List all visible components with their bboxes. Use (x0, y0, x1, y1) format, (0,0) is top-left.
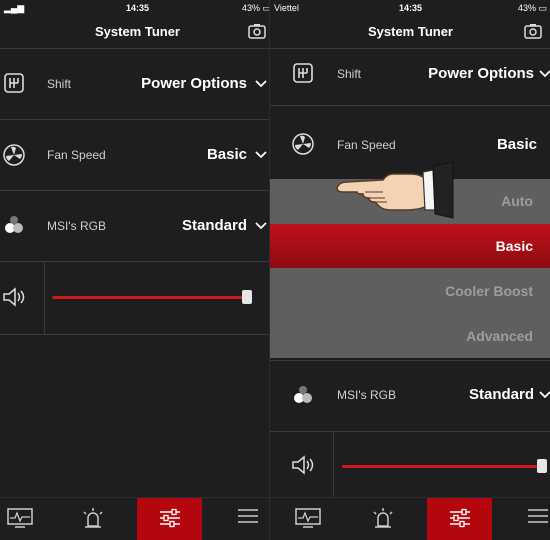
alarm-light-icon (373, 508, 393, 528)
shift-value[interactable]: Power Options (141, 75, 247, 92)
volume-row (270, 431, 550, 501)
tab-bar (0, 497, 275, 540)
battery-indicator: 43% ▭ (241, 3, 271, 13)
monitor-icon (7, 508, 33, 528)
rgb-label: MSI's RGB (47, 219, 106, 233)
option-label: Cooler Boost (445, 283, 533, 299)
speaker-icon (292, 455, 314, 475)
monitor-icon (295, 508, 321, 528)
tab-bar (270, 497, 550, 540)
fan-speed-label: Fan Speed (337, 138, 396, 152)
left-screen: ▂▄▆ 14:35 43% ▭ System Tuner Shift Power… (0, 0, 275, 540)
tab-alerts[interactable] (358, 498, 408, 540)
screenshot-icon[interactable] (247, 21, 267, 41)
volume-slider-thumb[interactable] (537, 459, 547, 473)
option-label: Advanced (466, 328, 533, 344)
volume-slider[interactable] (342, 465, 547, 468)
divider (333, 432, 334, 500)
battery-percent: 43% (517, 3, 536, 13)
sliders-icon (449, 508, 470, 528)
status-time: 14:35 (398, 3, 423, 13)
tab-monitor[interactable] (288, 498, 328, 540)
divider (44, 262, 45, 334)
screenshot-icon[interactable] (523, 21, 543, 41)
fan-icon (3, 144, 25, 166)
gear-shift-icon (293, 63, 313, 83)
volume-slider[interactable] (52, 296, 252, 299)
battery-percent: 43% (241, 3, 260, 13)
sliders-icon (159, 508, 180, 528)
dropdown-option-cooler-boost[interactable]: Cooler Boost (270, 269, 550, 313)
pointing-hand-icon (336, 161, 454, 219)
status-time: 14:35 (125, 3, 150, 13)
gear-shift-icon (4, 73, 24, 93)
fan-speed-value[interactable]: Basic (497, 136, 537, 153)
shift-row[interactable]: Shift Power Options (270, 48, 550, 105)
alarm-light-icon (83, 508, 103, 528)
menu-icon (528, 509, 548, 523)
option-label: Basic (495, 238, 533, 254)
chevron-down-icon[interactable] (539, 391, 550, 399)
fan-icon (292, 133, 314, 155)
fan-speed-value[interactable]: Basic (207, 146, 247, 163)
rgb-row[interactable]: MSI's RGB Standard (270, 360, 550, 431)
chevron-down-icon[interactable] (255, 151, 267, 159)
right-screen: Viettel 14:35 43% ▭ System Tuner Shift P… (269, 0, 550, 540)
rgb-row[interactable]: MSI's RGB Standard (0, 190, 275, 261)
dropdown-option-basic[interactable]: Basic (270, 224, 550, 268)
tab-tuner[interactable] (137, 498, 202, 540)
battery-indicator: 43% ▭ (517, 3, 547, 13)
tab-tuner[interactable] (427, 498, 492, 540)
menu-icon (238, 509, 258, 523)
rgb-label: MSI's RGB (337, 388, 396, 402)
app-header: System Tuner (270, 16, 550, 48)
tab-alerts[interactable] (68, 498, 118, 540)
status-bar: ▂▄▆ 14:35 43% ▭ (0, 0, 275, 16)
tab-monitor[interactable] (0, 498, 40, 540)
chevron-down-icon[interactable] (255, 222, 267, 230)
option-label: Auto (501, 193, 533, 209)
dropdown-option-advanced[interactable]: Advanced (270, 314, 550, 358)
rgb-balls-icon (5, 216, 23, 233)
rgb-value[interactable]: Standard (182, 217, 247, 234)
shift-label: Shift (337, 67, 362, 81)
page-title: System Tuner (367, 24, 453, 39)
fan-speed-row[interactable]: Fan Speed Basic (0, 119, 275, 190)
volume-slider-thumb[interactable] (242, 290, 252, 304)
shift-label: Shift (47, 77, 72, 91)
volume-row (0, 261, 275, 335)
chevron-down-icon[interactable] (539, 70, 550, 78)
tab-menu[interactable] (518, 498, 550, 540)
rgb-value[interactable]: Standard (469, 386, 534, 403)
page-title: System Tuner (94, 24, 180, 39)
app-header: System Tuner (0, 16, 275, 48)
chevron-down-icon[interactable] (255, 80, 267, 88)
shift-row[interactable]: Shift Power Options (0, 48, 275, 119)
fan-speed-label: Fan Speed (47, 148, 106, 162)
shift-value[interactable]: Power Options (428, 65, 534, 82)
speaker-icon (3, 287, 25, 307)
status-bar: Viettel 14:35 43% ▭ (270, 0, 550, 16)
tab-menu[interactable] (228, 498, 268, 540)
rgb-balls-icon (294, 386, 312, 403)
